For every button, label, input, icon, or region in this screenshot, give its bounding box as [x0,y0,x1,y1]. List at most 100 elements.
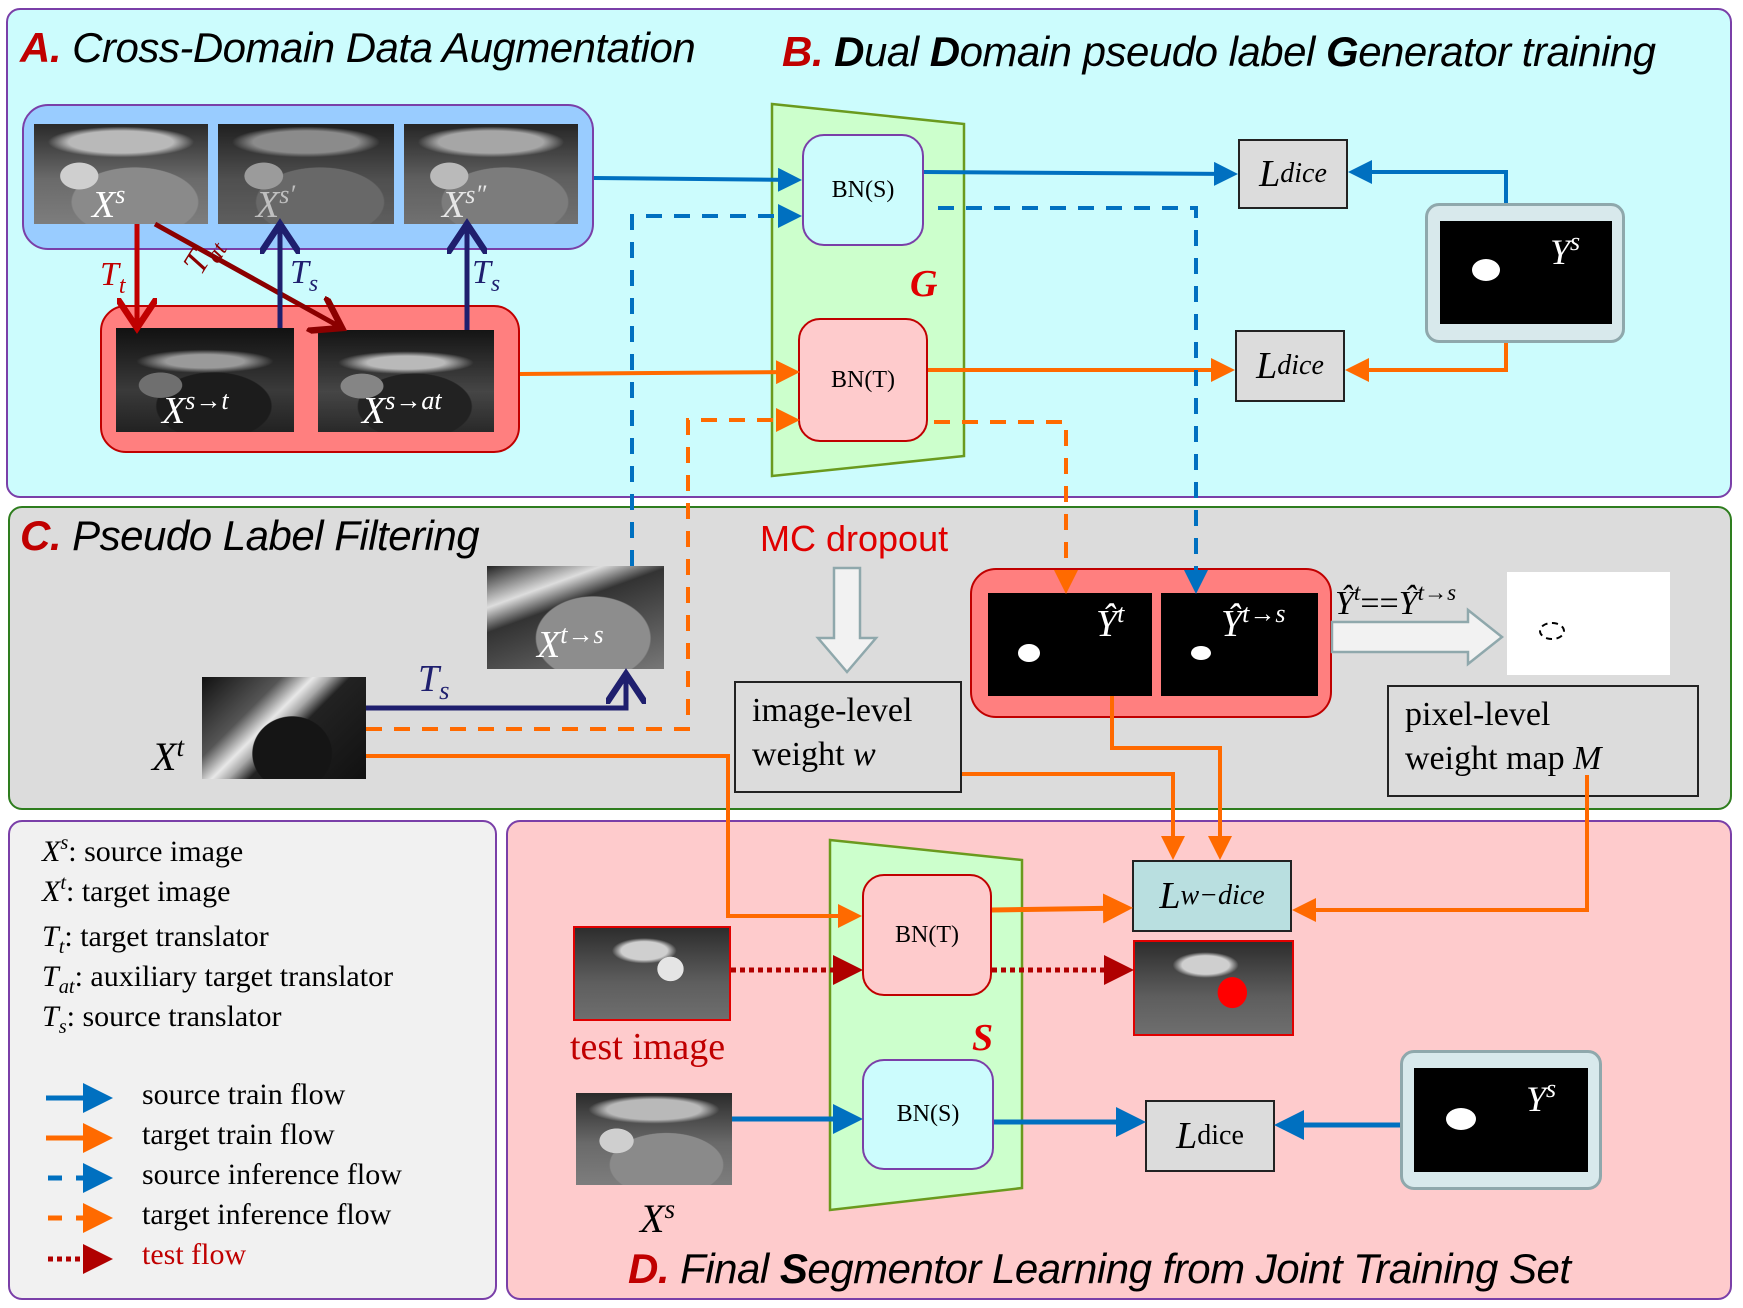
sym-desc: : target image [66,875,231,908]
label-base: X [537,624,561,666]
translator-ts-label-1: Ts [290,256,318,297]
sym-base: T [42,960,59,993]
agree-op: == [1360,585,1399,622]
title-d-text-1: Final [680,1245,780,1292]
weighted-dice-loss: Lw−dice [1132,860,1292,932]
loss-base: L [1256,345,1278,387]
target-image-xt [202,677,366,779]
sym-sub: s [58,1016,67,1038]
loss-sub: dice [1280,158,1327,189]
section-c-letter: C. [20,512,62,559]
label-sup: s [1546,1074,1557,1103]
sym-sub: s [439,675,450,705]
legend-symbol-tt: Tt: target translator [42,920,269,959]
tumor-blob [1191,646,1211,660]
uncertain-contour [1539,622,1565,640]
legend-flow-source-train: source train flow [142,1078,346,1111]
generator-bn-target: BN(T) [798,318,928,442]
segmentor-bn-target: BN(T) [862,874,992,996]
sym-sub: s [490,271,501,297]
agree-right-sup: t→s [1417,580,1457,606]
label-sup: s→t [185,386,229,415]
pixel-level-weight-box: pixel-level weight map M [1387,685,1699,797]
sym-desc: : auxiliary target translator [74,960,394,993]
label-sup: s [1570,227,1581,256]
sym-sub: t [118,273,126,299]
section-a-letter: A. [20,24,62,71]
translator-ts-label-2: Ts [472,256,500,297]
sym-sub: at [58,976,75,998]
label-sup: t [176,732,184,762]
label-sup: t→s [560,620,604,649]
tumor-blob [1018,644,1040,662]
label-base: X [362,390,386,432]
title-b-text-2: omain pseudo label [959,28,1327,75]
generator-bn-source: BN(S) [802,134,924,246]
translated-image-xt-to-s: Xt→s [487,566,664,669]
pixel-weight-line2: weight map [1405,740,1574,777]
section-c-heading: C. Pseudo Label Filtering [20,512,480,560]
label-sup: s′ [279,180,296,209]
sym-desc: : source image [68,835,244,868]
sym-base: T [42,1000,59,1033]
label-sup: s″ [465,180,487,209]
legend-flow-source-inference: source inference flow [142,1158,402,1191]
section-b-heading: B. Dual Domain pseudo label Generator tr… [782,28,1656,76]
label-base: Ŷ [1096,603,1118,645]
source-image-xs-prime: Xs′ [218,124,394,224]
label-base: X [92,184,116,224]
mc-dropout-label: MC dropout [760,518,949,559]
segmentor-s-label: S [972,1017,994,1059]
pseudo-label-yt-to-s: Ŷt→s [1161,593,1318,696]
title-d-text-2: egmentor Learning from Joint Training Se… [807,1245,1571,1292]
label-base: Y [1526,1079,1547,1119]
label-sup: s [115,180,126,209]
section-a-title: Cross-Domain Data Augmentation [72,24,696,71]
sym-base: T [472,254,491,291]
legend-flow-test: test flow [142,1238,247,1271]
sym-base: X [42,835,61,868]
title-b-bold-3: G [1326,28,1359,75]
label-base: X [256,184,280,224]
legend-symbol-xt: Xt: target image [42,872,230,909]
pseudo-label-yt: Ŷt [988,593,1152,696]
translated-image-xs-to-at: Xs→at [318,330,494,432]
loss-base: L [1259,153,1281,195]
label-sup: t→s [1242,599,1286,628]
agree-left: Ŷ [1335,585,1354,622]
source-label-mask-b: Ys [1440,221,1612,324]
pixel-weight-map-image [1507,572,1670,675]
legend-symbol-tat: Tat: auxiliary target translator [42,960,393,999]
source-label-mask-d: Ys [1414,1068,1588,1172]
label-base: Y [1550,232,1571,272]
test-image-label: test image [570,1026,726,1068]
source-image-xs-d-label: Xs [640,1195,675,1239]
tumor-blob [1446,1108,1476,1130]
section-a-heading: A. Cross-Domain Data Augmentation [20,24,696,72]
pixel-weight-var: M [1573,740,1602,777]
tumor-blob [1472,259,1500,281]
source-image-xs-double-prime: Xs″ [404,124,578,224]
test-image [573,926,731,1021]
label-base: X [162,390,186,432]
image-weight-var: w [853,736,876,773]
loss-sub: dice [1277,350,1324,381]
sym-desc: : source translator [66,1000,282,1033]
source-image-xs-d [576,1093,732,1185]
title-b-text-3: enerator training [1358,28,1656,75]
target-image-xt-label: Xt [152,732,184,777]
dice-loss-source: Ldice [1238,139,1348,209]
translated-image-xs-to-t: Xs→t [116,328,294,432]
translator-ts-label-c: Ts [418,660,450,704]
legend-symbol-xs: Xs: source image [42,832,243,869]
dice-loss-d: Ldice [1145,1100,1275,1172]
section-c-title: Pseudo Label Filtering [72,512,480,559]
loss-base: L [1159,875,1181,917]
legend-flow-target-train: target train flow [142,1118,335,1151]
image-level-weight-box: image-level weight w [734,681,962,793]
title-b-bold-1: D [834,28,865,75]
label-base: Ŷ [1221,603,1243,645]
legend-symbol-ts: Ts: source translator [42,1000,282,1039]
label-sup: s→at [385,386,442,415]
image-weight-line1: image-level [752,692,913,729]
